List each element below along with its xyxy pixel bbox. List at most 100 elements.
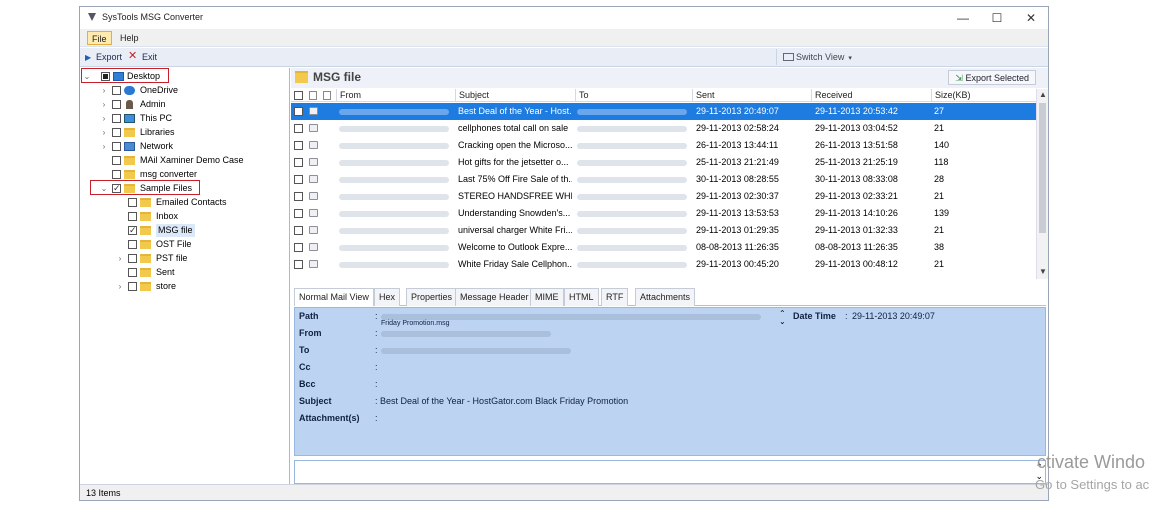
user-icon — [126, 100, 133, 109]
switch-view-icon — [783, 53, 794, 61]
export-selected-button[interactable]: ⇲ Export Selected — [948, 70, 1036, 85]
tree-item-this-pc[interactable]: › This PC — [100, 112, 280, 125]
column-to[interactable]: To — [575, 89, 589, 102]
tree-label-store: store — [156, 281, 177, 291]
row-sent: 29-11-2013 20:49:07 — [696, 106, 779, 116]
column-received[interactable]: Received — [811, 89, 853, 102]
row-checkbox[interactable] — [294, 107, 303, 116]
tab-message-header[interactable]: Message Header — [455, 288, 534, 306]
view-tabs: Normal Mail View Hex Properties Message … — [294, 288, 1046, 306]
row-checkbox[interactable] — [294, 124, 303, 133]
scroll-up-icon[interactable]: ▲ — [1037, 90, 1048, 99]
tree-checkbox-libraries[interactable] — [112, 128, 121, 137]
tree-item-sent[interactable]: Sent — [116, 266, 286, 279]
message-row[interactable]: Hot gifts for the jetsetter o... 25-11-2… — [291, 154, 1036, 171]
tree-item-mail-xaminer[interactable]: MAil Xaminer Demo Case — [100, 154, 290, 167]
tree-label-this-pc: This PC — [140, 113, 173, 123]
message-row[interactable]: White Friday Sale Cellphon... 29-11-2013… — [291, 256, 1036, 273]
tree-checkbox-emailed-contacts[interactable] — [128, 198, 137, 207]
message-row[interactable]: cellphones total call on sale 29-11-2013… — [291, 120, 1036, 137]
message-row[interactable]: Best Deal of the Year - Host... 29-11-20… — [291, 103, 1036, 120]
attachment-column-icon — [323, 91, 331, 100]
tree-item-store[interactable]: › store — [116, 280, 286, 293]
folder-icon — [140, 268, 151, 277]
tree-item-msg-file[interactable]: MSG file — [116, 224, 286, 237]
network-icon — [124, 142, 135, 151]
tree-item-onedrive[interactable]: › OneDrive — [100, 84, 280, 97]
message-row[interactable]: Welcome to Outlook Expre... 08-08-2013 1… — [291, 239, 1036, 256]
message-row[interactable]: universal charger White Fri... 29-11-201… — [291, 222, 1036, 239]
tab-rtf[interactable]: RTF — [601, 288, 629, 306]
row-checkbox[interactable] — [294, 192, 303, 201]
tree-checkbox-sent[interactable] — [128, 268, 137, 277]
tree-checkbox-store[interactable] — [128, 282, 137, 291]
maximize-button[interactable]: ☐ — [980, 9, 1014, 27]
tree-checkbox-onedrive[interactable] — [112, 86, 121, 95]
tree-checkbox-admin[interactable] — [112, 100, 121, 109]
chevron-down-icon: ▾ — [848, 55, 852, 62]
message-row[interactable]: Last 75% Off Fire Sale of th... 30-11-20… — [291, 171, 1036, 188]
row-checkbox[interactable] — [294, 141, 303, 150]
close-button[interactable]: ✕ — [1014, 9, 1048, 27]
column-subject[interactable]: Subject — [455, 89, 489, 102]
tree-item-libraries[interactable]: › Libraries — [100, 126, 280, 139]
row-checkbox[interactable] — [294, 243, 303, 252]
message-row[interactable]: STEREO HANDSFREE WHIT... 29-11-2013 02:3… — [291, 188, 1036, 205]
exit-button[interactable]: Exit — [142, 50, 157, 65]
path-label: Path — [299, 311, 319, 321]
scroll-thumb[interactable] — [1039, 103, 1046, 233]
row-sent: 25-11-2013 21:21:49 — [696, 157, 779, 167]
tab-mime[interactable]: MIME — [530, 288, 564, 306]
row-sent: 30-11-2013 08:28:55 — [696, 174, 779, 184]
tree-item-admin[interactable]: › Admin — [100, 98, 280, 111]
column-from[interactable]: From — [336, 89, 361, 102]
row-checkbox[interactable] — [294, 209, 303, 218]
tree-checkbox-msg-file[interactable] — [128, 224, 137, 237]
tree-item-emailed-contacts[interactable]: Emailed Contacts — [116, 196, 286, 209]
tree-checkbox-network[interactable] — [112, 142, 121, 151]
tree-item-ost-file[interactable]: OST File — [116, 238, 286, 251]
tree-item-pst-file[interactable]: › PST file — [116, 252, 286, 265]
message-row[interactable]: Cracking open the Microso... 26-11-2013 … — [291, 137, 1036, 154]
select-all-checkbox[interactable] — [294, 91, 303, 100]
tree-checkbox-this-pc[interactable] — [112, 114, 121, 123]
path-spin-icon[interactable]: ⌃ ⌄ — [779, 310, 786, 326]
folder-icon — [124, 156, 135, 165]
row-size: 21 — [934, 123, 945, 133]
row-checkbox[interactable] — [294, 175, 303, 184]
message-body-box[interactable]: ⌃ ⌄ — [294, 460, 1046, 484]
menu-help[interactable]: Help — [116, 31, 143, 45]
tab-normal-mail-view[interactable]: Normal Mail View — [294, 288, 374, 306]
tree-checkbox-msg-converter[interactable] — [112, 170, 121, 179]
tab-html[interactable]: HTML — [564, 288, 599, 306]
row-sent: 26-11-2013 13:44:11 — [696, 140, 779, 150]
message-row[interactable]: Understanding Snowden's... 29-11-2013 13… — [291, 205, 1036, 222]
tab-attachments[interactable]: Attachments — [635, 288, 696, 306]
row-checkbox[interactable] — [294, 226, 303, 235]
message-list-scrollbar[interactable]: ▲ ▼ — [1036, 89, 1048, 279]
row-received: 29-11-2013 03:04:52 — [815, 123, 898, 133]
row-checkbox[interactable] — [294, 260, 303, 269]
toolbar: ▶ Export ✕ Exit Switch View ▾ — [80, 48, 1048, 67]
switch-view-button[interactable]: Switch View ▾ — [776, 49, 858, 65]
column-size[interactable]: Size(KB) — [931, 89, 971, 102]
tree-item-inbox[interactable]: Inbox — [116, 210, 286, 223]
tree-item-network[interactable]: › Network — [100, 140, 280, 153]
tree-checkbox-mail-xaminer[interactable] — [112, 156, 121, 165]
folder-open-icon — [295, 71, 308, 83]
row-checkbox[interactable] — [294, 158, 303, 167]
tab-hex[interactable]: Hex — [374, 288, 401, 306]
row-received: 29-11-2013 14:10:26 — [815, 208, 898, 218]
envelope-icon — [309, 260, 318, 268]
column-sent[interactable]: Sent — [692, 89, 715, 102]
scroll-down-icon[interactable]: ▼ — [1037, 267, 1048, 276]
export-button[interactable]: Export — [96, 50, 122, 65]
tab-properties[interactable]: Properties — [406, 288, 458, 306]
tree-label-emailed-contacts: Emailed Contacts — [156, 197, 227, 207]
tree-checkbox-pst-file[interactable] — [128, 254, 137, 263]
menu-file[interactable]: File — [87, 31, 112, 45]
tree-checkbox-inbox[interactable] — [128, 212, 137, 221]
minimize-button[interactable]: — — [946, 9, 980, 27]
tree-checkbox-ost-file[interactable] — [128, 240, 137, 249]
row-received: 29-11-2013 01:32:33 — [815, 225, 898, 235]
